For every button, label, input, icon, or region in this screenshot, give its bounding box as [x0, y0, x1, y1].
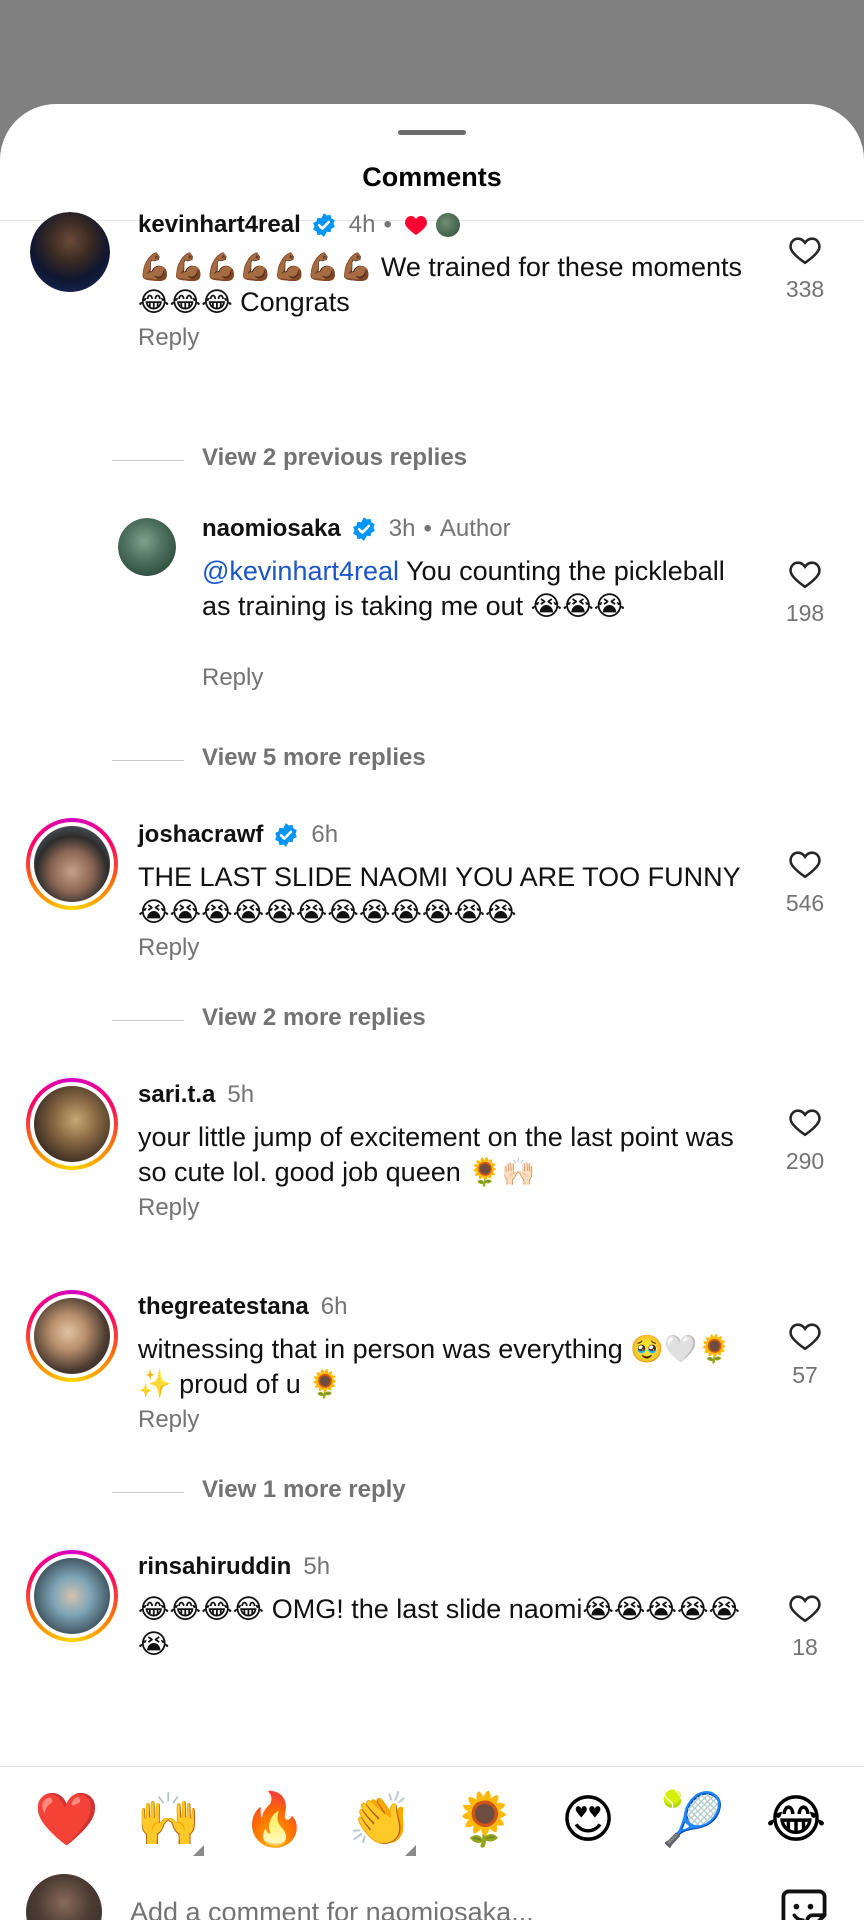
view-replies-label[interactable]: View 5 more replies	[202, 744, 426, 772]
like-count: 57	[792, 1362, 818, 1388]
view-replies[interactable]: View 2 previous replies	[0, 444, 864, 476]
emoji-heart-button[interactable]: ❤️	[34, 1788, 99, 1852]
like-button[interactable]: 338	[780, 234, 830, 303]
comment-text: your little jump of excitement on the la…	[138, 1122, 734, 1187]
comments-sheet: Comments kevinhart4real 4h • 💪🏾💪🏾💪🏾💪🏾💪🏾💪…	[0, 104, 864, 1920]
thread-line	[112, 760, 184, 761]
like-count: 18	[792, 1634, 818, 1660]
like-button[interactable]: 57	[780, 1320, 830, 1389]
verified-badge-icon	[312, 213, 335, 237]
heart-filled-icon	[404, 216, 427, 235]
comment-username[interactable]: joshacrawf	[138, 821, 263, 849]
heart-outline-icon	[789, 561, 821, 589]
view-replies-label[interactable]: View 2 more replies	[202, 1004, 426, 1032]
emoji-clap-button[interactable]: 👏	[348, 1788, 416, 1856]
reply-button[interactable]: Reply	[138, 1406, 199, 1434]
author-mini-avatar	[435, 213, 460, 237]
heart-outline-icon	[789, 851, 821, 879]
thread-line	[112, 460, 184, 461]
comment-username[interactable]: kevinhart4real	[138, 211, 301, 239]
comment-rinsahiruddin: rinsahiruddin 5h 😂😂😂😂 OMG! the last slid…	[0, 1550, 864, 1762]
emoji-glyph: 🙌	[136, 1791, 201, 1849]
avatar-story-ring[interactable]	[26, 1550, 118, 1642]
like-count: 198	[785, 600, 825, 626]
comment-username[interactable]: thegreatestana	[138, 1293, 309, 1321]
view-replies-label[interactable]: View 1 more reply	[202, 1476, 406, 1504]
current-user-avatar	[26, 1874, 102, 1920]
emoji-sunflower-button[interactable]: 🌻	[452, 1788, 517, 1852]
comment-text: @kevinhart4real You counting the pickleb…	[202, 554, 742, 624]
comment-text: 💪🏾💪🏾💪🏾💪🏾💪🏾💪🏾💪🏾 We trained for these mome…	[138, 252, 742, 317]
comment-time: 6h	[320, 1293, 348, 1320]
comment-time: 5h	[227, 1081, 255, 1108]
avatar-story-ring[interactable]	[26, 818, 118, 910]
sheet-drag-handle[interactable]	[398, 130, 466, 135]
comment-username[interactable]: naomiosaka	[202, 515, 341, 543]
like-button[interactable]: 290	[780, 1106, 830, 1175]
like-count: 546	[785, 890, 825, 916]
reply-button[interactable]: Reply	[138, 324, 199, 352]
view-replies[interactable]: View 2 more replies	[0, 1004, 864, 1036]
like-button[interactable]: 546	[780, 848, 830, 917]
emoji-glyph: 👏	[348, 1791, 413, 1849]
heart-outline-icon	[789, 1595, 821, 1623]
comment-time: 4h	[348, 211, 376, 238]
thread-line	[112, 1492, 184, 1493]
separator-dot: •	[423, 515, 432, 542]
verified-badge-icon	[352, 517, 375, 541]
comment-input[interactable]	[130, 1888, 750, 1920]
reply-button[interactable]: Reply	[138, 1194, 199, 1222]
heart-outline-icon	[789, 237, 821, 265]
emoji-tennis-button[interactable]: 🎾	[660, 1788, 725, 1852]
heart-outline-icon	[789, 1109, 821, 1137]
avatar-story-ring[interactable]	[26, 1290, 118, 1382]
comment-text: 😂😂😂😂 OMG! the last slide naomi😭😭😭😭😭😭	[138, 1594, 741, 1659]
liked-by-author-indicator	[404, 213, 460, 237]
skin-tone-indicator-icon	[405, 1845, 416, 1856]
like-button[interactable]: 198	[780, 558, 830, 627]
sheet-title: Comments	[362, 162, 502, 192]
like-button[interactable]: 18	[780, 1592, 830, 1661]
emoji-fire-button[interactable]: 🔥	[242, 1788, 307, 1852]
emoji-heart-eyes-button[interactable]: 😍	[556, 1788, 620, 1852]
author-label: Author	[439, 515, 511, 542]
sticker-icon[interactable]	[778, 1886, 830, 1920]
comment-username[interactable]: rinsahiruddin	[138, 1553, 291, 1581]
avatar[interactable]	[30, 212, 110, 292]
comment-text: THE LAST SLIDE NAOMI YOU ARE TOO FUNNY😭😭…	[138, 862, 741, 927]
avatar-story-ring[interactable]	[26, 1078, 118, 1170]
like-count: 338	[785, 276, 825, 302]
thread-line	[112, 1020, 184, 1021]
reply-button[interactable]: Reply	[202, 664, 263, 692]
comment-text: witnessing that in person was everything…	[138, 1334, 732, 1399]
avatar[interactable]	[118, 518, 176, 576]
comment-time: 6h	[311, 821, 339, 848]
view-replies-label[interactable]: View 2 previous replies	[202, 444, 467, 472]
composer-divider	[0, 1766, 864, 1767]
comment-username[interactable]: sari.t.a	[138, 1081, 215, 1109]
separator-dot: •	[383, 211, 392, 238]
comment-time: 5h	[303, 1553, 331, 1580]
view-replies[interactable]: View 1 more reply	[0, 1476, 864, 1508]
mention-link[interactable]: @kevinhart4real	[202, 556, 399, 586]
heart-outline-icon	[789, 1323, 821, 1351]
view-replies[interactable]: View 5 more replies	[0, 744, 864, 776]
reply-button[interactable]: Reply	[138, 934, 199, 962]
skin-tone-indicator-icon	[193, 1845, 204, 1856]
emoji-raised-hands-button[interactable]: 🙌	[136, 1788, 204, 1856]
comment-time: 3h	[388, 515, 416, 542]
quick-emoji-bar: ❤️ 🙌 🔥 👏 🌻 😍 🎾 😂	[0, 1768, 864, 1878]
comment-composer	[0, 1868, 864, 1920]
emoji-joy-button[interactable]: 😂	[764, 1788, 828, 1852]
like-count: 290	[785, 1148, 825, 1174]
verified-badge-icon	[275, 823, 298, 847]
